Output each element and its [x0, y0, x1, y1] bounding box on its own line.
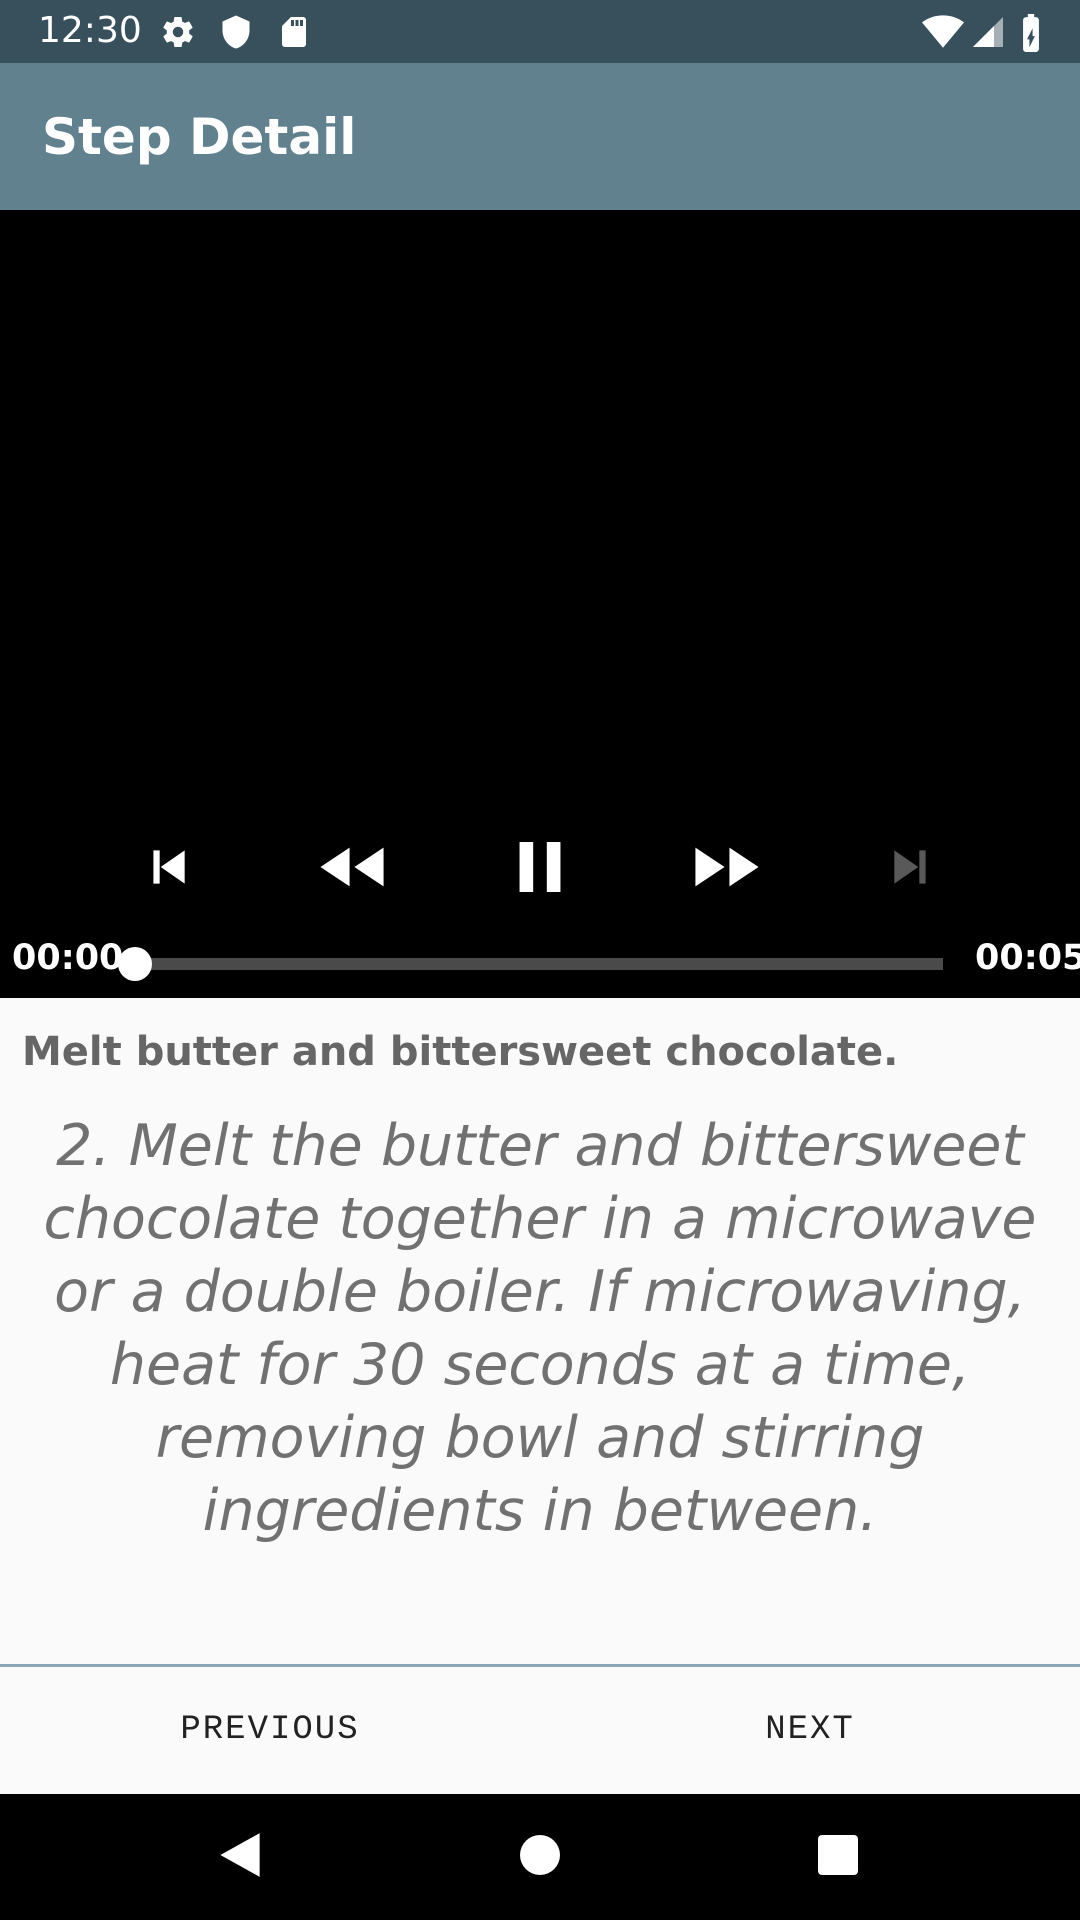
fast-forward-icon: [693, 842, 761, 892]
duration-label: 00:05: [975, 938, 1080, 978]
home-button[interactable]: [510, 1827, 570, 1887]
position-label: 00:00: [12, 938, 124, 978]
skip-previous-button[interactable]: [123, 822, 213, 912]
next-button[interactable]: NEXT: [540, 1667, 1080, 1793]
step-description: 2. Melt the butter and bittersweet choco…: [43, 1113, 1037, 1544]
fast-forward-button[interactable]: [682, 822, 772, 912]
skip-next-button[interactable]: [866, 822, 956, 912]
status-time: 12:30: [38, 10, 142, 51]
home-icon: [520, 1835, 560, 1879]
wifi-icon: [922, 14, 964, 50]
seek-bar[interactable]: [118, 947, 943, 981]
status-bar: 12:30: [0, 0, 1080, 63]
system-nav-bar: [0, 1794, 1080, 1920]
skip-next-icon: [886, 842, 936, 892]
app-bar: Step Detail: [0, 63, 1080, 210]
rewind-button[interactable]: [307, 822, 397, 912]
rewind-icon: [318, 842, 386, 892]
gear-icon: [160, 14, 196, 50]
recents-icon: [818, 1835, 858, 1879]
video-player[interactable]: 00:00 00:05: [0, 210, 1080, 998]
sd-card-icon: [276, 14, 312, 50]
back-button[interactable]: [210, 1827, 270, 1887]
back-icon: [218, 1831, 262, 1883]
seek-thumb[interactable]: [118, 947, 152, 981]
battery-charging-icon: [1016, 14, 1046, 52]
pause-icon: [515, 839, 565, 895]
page-title: Step Detail: [42, 108, 357, 166]
pause-button[interactable]: [495, 822, 585, 912]
skip-previous-icon: [143, 842, 193, 892]
recents-button[interactable]: [808, 1827, 868, 1887]
previous-button[interactable]: PREVIOUS: [0, 1667, 540, 1793]
shield-icon: [218, 14, 254, 50]
step-short-description: Melt butter and bittersweet chocolate.: [22, 1029, 899, 1075]
signal-icon: [970, 14, 1006, 50]
